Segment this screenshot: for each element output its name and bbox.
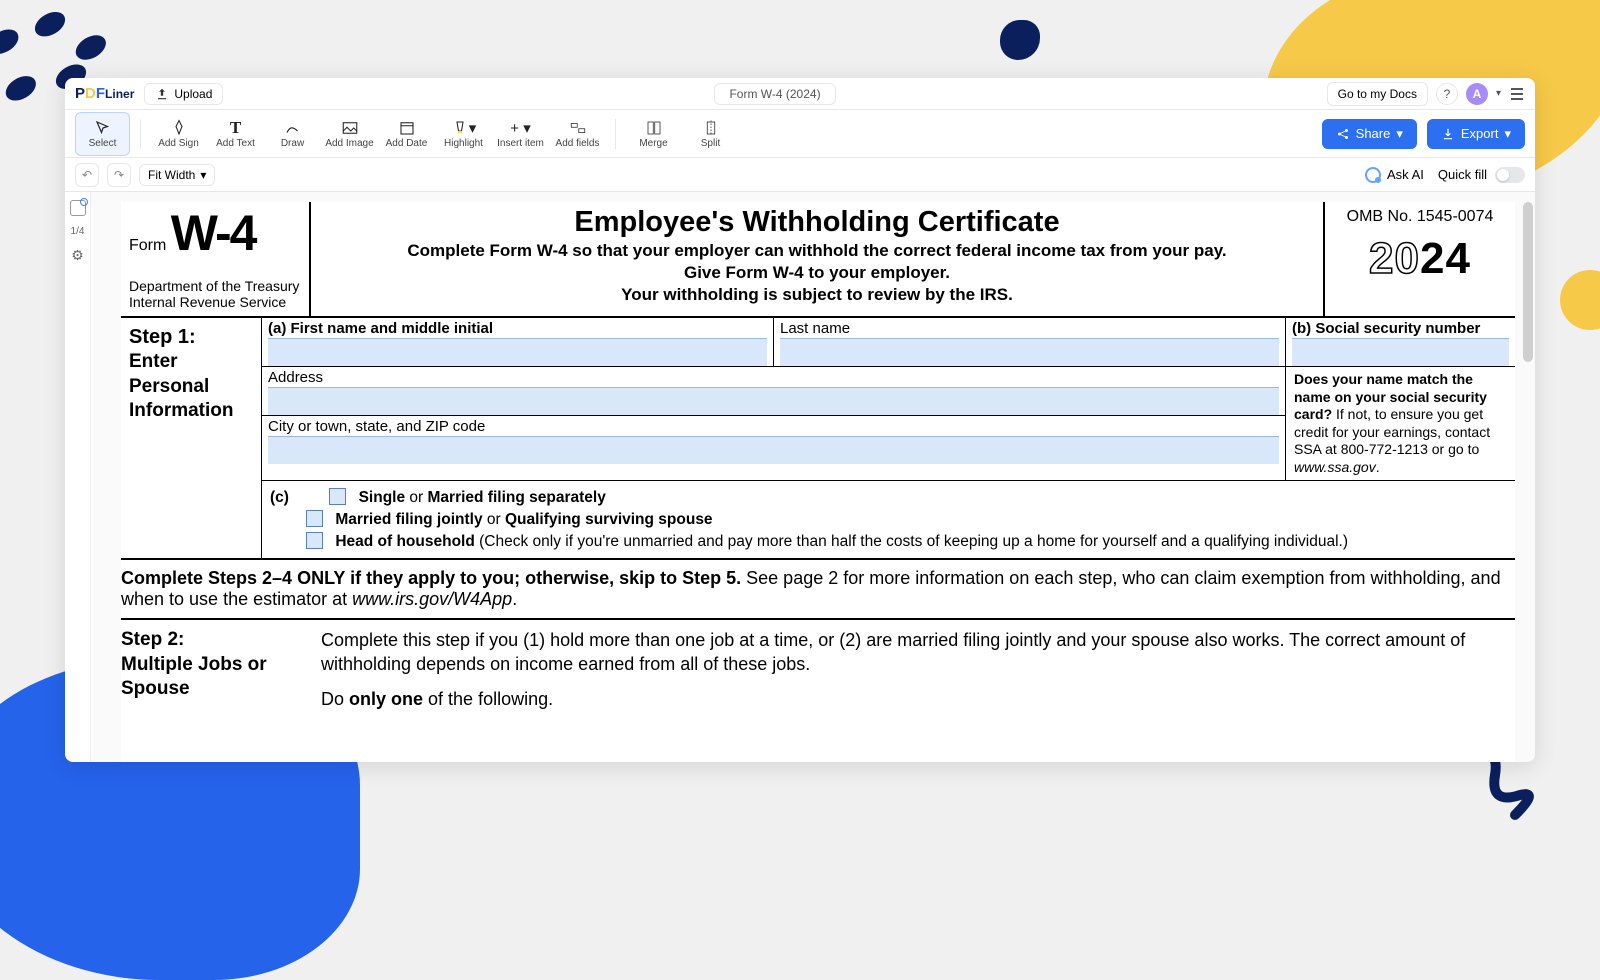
download-icon — [1441, 127, 1455, 141]
cursor-icon — [94, 118, 112, 138]
help-button[interactable]: ? — [1436, 83, 1458, 105]
quick-fill-toggle[interactable]: Quick fill — [1438, 167, 1525, 183]
tool-insert-item[interactable]: + ▾ Insert item — [493, 112, 548, 156]
address-input[interactable] — [268, 387, 1279, 415]
tool-draw[interactable]: Draw — [265, 112, 320, 156]
upload-label: Upload — [174, 87, 212, 101]
upload-button[interactable]: Upload — [144, 83, 223, 105]
undo-button[interactable]: ↶ — [75, 163, 99, 187]
step2-section: Step 2: Multiple Jobs or Spouse Complete… — [121, 620, 1515, 711]
share-icon — [1336, 127, 1350, 141]
app-window: PDFLiner Upload Form W-4 (2024) Go to my… — [65, 78, 1535, 762]
highlighter-icon: ▾ — [451, 118, 477, 138]
decor-navy-dot — [1000, 20, 1040, 60]
calendar-icon — [398, 118, 416, 138]
form-year-block: OMB No. 1545-0074 2024 — [1325, 202, 1515, 316]
ssn-input[interactable] — [1292, 338, 1509, 366]
merge-icon — [645, 118, 663, 138]
tool-split[interactable]: Split — [683, 112, 738, 156]
dept-line1: Department of the Treasury — [129, 278, 301, 294]
decor-yellow-dot — [1560, 270, 1600, 330]
tool-add-sign[interactable]: Add Sign — [151, 112, 206, 156]
menu-icon[interactable] — [1509, 86, 1525, 102]
text-icon: T — [230, 118, 241, 138]
avatar-chevron-icon[interactable]: ▾ — [1496, 88, 1501, 99]
pen-nib-icon — [170, 118, 188, 138]
scrollbar[interactable] — [1523, 202, 1533, 362]
redo-button[interactable]: ↷ — [107, 163, 131, 187]
zoom-selector[interactable]: Fit Width ▾ — [139, 164, 215, 186]
page-counter: 1/4 — [71, 226, 85, 237]
fields-icon — [569, 118, 587, 138]
ssn-field: (b) Social security number — [1285, 318, 1515, 366]
main-area: 1/4 ⚙ Form W-4 Department of the Treasur… — [65, 192, 1535, 762]
step1-label: Step 1: Enter Personal Information — [121, 318, 261, 558]
upload-icon — [155, 87, 169, 101]
toggle-switch[interactable] — [1495, 167, 1525, 183]
form-header: Form W-4 Department of the Treasury Inte… — [121, 202, 1515, 318]
form-id-block: Form W-4 Department of the Treasury Inte… — [121, 202, 311, 316]
city-field: City or town, state, and ZIP code — [262, 415, 1285, 464]
document-page: Form W-4 Department of the Treasury Inte… — [121, 202, 1515, 762]
image-icon — [341, 118, 359, 138]
chevron-down-icon: ▾ — [200, 168, 206, 182]
pencil-icon — [284, 118, 302, 138]
chevron-down-icon: ▾ — [1504, 126, 1511, 142]
document-viewport[interactable]: Form W-4 Department of the Treasury Inte… — [91, 192, 1535, 762]
address-field: Address — [262, 366, 1285, 415]
go-to-my-docs-button[interactable]: Go to my Docs — [1327, 82, 1428, 106]
first-name-field: (a) First name and middle initial — [261, 318, 773, 366]
ask-ai-button[interactable]: Ask AI — [1365, 167, 1424, 183]
document-title[interactable]: Form W-4 (2024) — [714, 83, 835, 105]
checkbox-head-household[interactable] — [306, 532, 323, 549]
tool-add-date[interactable]: Add Date — [379, 112, 434, 156]
split-icon — [702, 118, 720, 138]
filing-status-section: (c) Single or Married filing separately … — [261, 480, 1515, 558]
tool-add-image[interactable]: Add Image — [322, 112, 377, 156]
ai-icon — [1365, 167, 1381, 183]
chevron-down-icon: ▾ — [1396, 126, 1403, 142]
pages-panel-icon[interactable] — [70, 200, 86, 216]
plus-icon: + ▾ — [510, 118, 530, 138]
export-button[interactable]: Export ▾ — [1427, 119, 1525, 149]
ssn-help-text: Does your name match the name on your so… — [1285, 366, 1515, 480]
step1-section: Step 1: Enter Personal Information (a) F… — [121, 318, 1515, 560]
title-bar: PDFLiner Upload Form W-4 (2024) Go to my… — [65, 78, 1535, 110]
checkbox-single[interactable] — [329, 488, 346, 505]
share-button[interactable]: Share ▾ — [1322, 119, 1417, 149]
app-logo[interactable]: PDFLiner — [75, 85, 134, 102]
last-name-field: Last name — [773, 318, 1285, 366]
main-toolbar: Select Add Sign T Add Text Draw Add Imag… — [65, 110, 1535, 158]
settings-icon[interactable]: ⚙ — [71, 247, 84, 264]
tool-add-text[interactable]: T Add Text — [208, 112, 263, 156]
dept-line2: Internal Revenue Service — [129, 294, 301, 310]
checkbox-married-jointly[interactable] — [306, 510, 323, 527]
user-avatar[interactable]: A — [1466, 83, 1488, 105]
form-title-block: Employee's Withholding Certificate Compl… — [311, 202, 1325, 316]
tool-select[interactable]: Select — [75, 112, 130, 156]
sub-toolbar: ↶ ↷ Fit Width ▾ Ask AI Quick fill — [65, 158, 1535, 192]
city-input[interactable] — [268, 436, 1279, 464]
tool-merge[interactable]: Merge — [626, 112, 681, 156]
left-rail: 1/4 ⚙ — [65, 192, 91, 762]
first-name-input[interactable] — [268, 338, 767, 366]
step-instructions: Complete Steps 2–4 ONLY if they apply to… — [121, 560, 1515, 620]
tool-highlight[interactable]: ▾ Highlight — [436, 112, 491, 156]
last-name-input[interactable] — [780, 338, 1279, 366]
tool-add-fields[interactable]: Add fields — [550, 112, 605, 156]
